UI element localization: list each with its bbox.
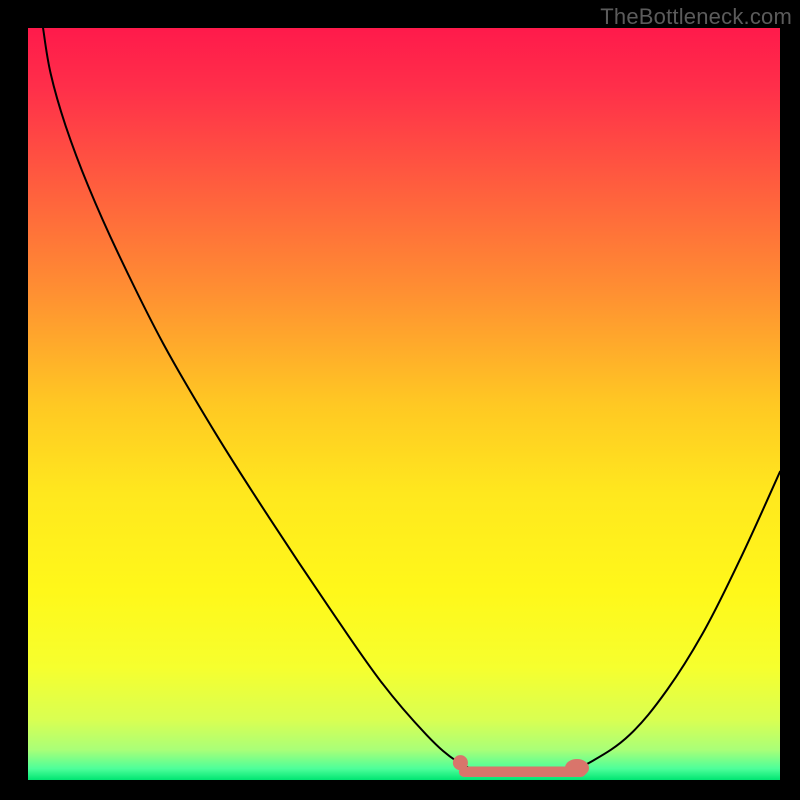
watermark-text: TheBottleneck.com bbox=[600, 4, 792, 30]
plot-area bbox=[28, 28, 780, 780]
chart-container: TheBottleneck.com bbox=[0, 0, 800, 800]
highlight-dot bbox=[453, 755, 468, 770]
highlight-end-blob bbox=[565, 759, 589, 777]
chart-svg bbox=[28, 28, 780, 780]
plot-background bbox=[28, 28, 780, 780]
